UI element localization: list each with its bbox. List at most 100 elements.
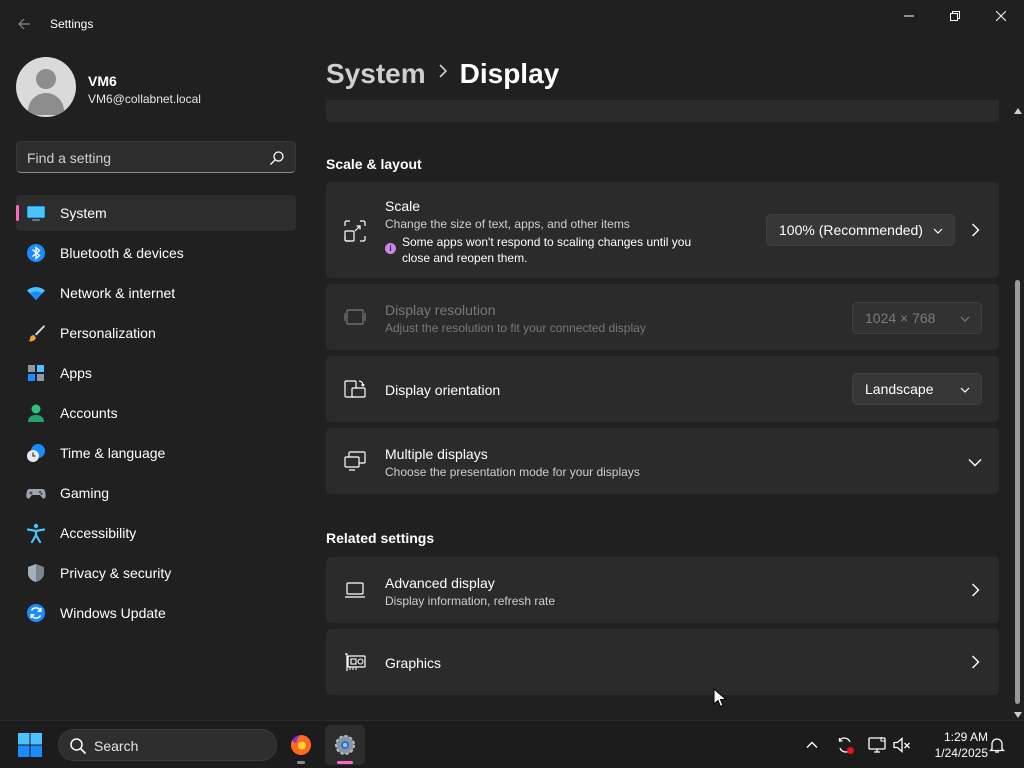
display-resolution-subtitle: Adjust the resolution to fit your connec… [385,321,646,335]
clock-globe-icon [27,444,45,462]
avatar [16,57,76,117]
gamepad-icon [26,489,46,499]
display-resolution-card: Display resolution Adjust the resolution… [326,284,999,350]
close-icon [996,11,1006,21]
system-icon [27,206,45,221]
windows-start-icon[interactable] [16,731,44,759]
chevron-down-icon[interactable] [967,454,983,470]
taskbar-clock[interactable]: 1:29 AM 1/24/2025 [916,729,988,761]
notifications-button[interactable] [985,729,1009,761]
scale-value: 100% (Recommended) [779,222,923,238]
app-title: Settings [50,17,94,31]
find-setting-box [16,141,296,173]
scrollbar[interactable] [1012,104,1024,718]
scale-icon [344,220,366,242]
sidebar-item-accessibility[interactable]: Accessibility [16,515,296,551]
minimize-button[interactable] [886,0,932,32]
close-button[interactable] [978,0,1024,32]
display-resolution-dropdown[interactable]: 1024 × 768 [852,302,982,334]
volume-muted-icon [893,737,910,753]
sidebar-item-network[interactable]: Network & internet [16,275,296,311]
sidebar-item-windows-update[interactable]: Windows Update [16,595,296,631]
display-resolution-title: Display resolution [385,302,496,318]
sidebar-item-label: Time & language [60,445,166,461]
user-email: VM6@collabnet.local [88,92,201,106]
restore-button[interactable] [932,0,978,32]
section-heading-scale-layout: Scale & layout [326,156,422,172]
accessibility-icon [26,523,46,543]
chevron-right-icon [972,583,980,597]
chevron-right-icon[interactable] [967,222,983,238]
mouse-cursor-icon [713,688,727,708]
firefox-taskbar-button[interactable] [281,725,321,765]
graphics-title: Graphics [385,655,442,671]
shield-icon [28,564,44,582]
sync-tray-button[interactable] [833,729,857,761]
find-setting-input[interactable] [27,148,257,168]
chevron-down-icon [960,316,970,322]
sidebar-item-privacy[interactable]: Privacy & security [16,555,296,591]
breadcrumb-parent[interactable]: System [326,58,426,89]
back-arrow-icon [18,18,30,30]
search-icon[interactable] [269,150,285,166]
sidebar-item-apps[interactable]: Apps [16,355,296,391]
multiple-displays-subtitle: Choose the presentation mode for your di… [385,465,640,479]
sidebar-nav: System Bluetooth & devices Network & int… [16,195,296,635]
apps-icon [28,365,44,381]
advanced-display-card[interactable]: Advanced display Display information, re… [326,557,999,623]
sidebar-item-time-language[interactable]: Time & language [16,435,296,471]
display-orientation-title: Display orientation [385,382,501,398]
previous-card-stub [326,100,999,122]
section-heading-related-settings: Related settings [326,530,435,546]
title-bar: Settings [0,0,1024,48]
network-monitor-icon [868,737,886,753]
taskbar-search[interactable]: Search [58,729,277,761]
sidebar-item-bluetooth[interactable]: Bluetooth & devices [16,235,296,271]
sidebar-item-gaming[interactable]: Gaming [16,475,296,511]
sidebar-item-label: Network & internet [60,285,176,301]
chevron-down-icon [933,228,943,234]
orientation-icon [344,380,366,398]
scroll-up-arrow-icon[interactable] [1014,108,1022,114]
display-orientation-dropdown[interactable]: Landscape [852,373,982,405]
laptop-icon [345,582,365,598]
firefox-icon [291,735,311,755]
restore-icon [950,11,960,21]
sidebar-item-personalization[interactable]: Personalization [16,315,296,351]
display-resolution-value: 1024 × 768 [865,310,936,326]
sidebar-item-system[interactable]: System [16,195,296,231]
volume-tray-button[interactable] [890,729,914,761]
update-icon [27,604,45,622]
back-button[interactable] [8,10,40,38]
sidebar-item-label: Privacy & security [60,565,172,581]
user-name: VM6 [88,73,117,89]
person-icon [28,404,44,422]
resolution-icon [344,309,366,325]
chevron-right-icon [972,655,980,669]
multiple-displays-title: Multiple displays [385,446,488,462]
info-icon: i [385,243,396,254]
multiple-displays-card[interactable]: Multiple displays Choose the presentatio… [326,428,999,494]
sidebar-item-label: System [60,205,107,221]
chevron-up-icon [806,741,818,748]
graphics-card-icon [345,653,366,671]
scale-subtitle: Change the size of text, apps, and other… [385,217,630,231]
graphics-card[interactable]: Graphics [326,629,999,695]
brush-icon [28,325,45,342]
network-tray-button[interactable] [865,729,889,761]
breadcrumb: System Display [326,58,559,90]
display-orientation-card: Display orientation Landscape [326,356,999,422]
running-indicator [297,761,305,764]
sidebar-item-label: Accessibility [60,525,137,541]
taskbar: Search 1:29 AM 1/24/2025 [0,720,1024,768]
scrollbar-thumb[interactable] [1015,280,1020,704]
scale-dropdown[interactable]: 100% (Recommended) [766,214,955,246]
advanced-display-subtitle: Display information, refresh rate [385,594,556,608]
sidebar-item-label: Windows Update [60,605,166,621]
chevron-down-icon [960,387,970,393]
scroll-down-arrow-icon[interactable] [1014,712,1022,718]
sidebar-item-label: Personalization [60,325,156,341]
settings-taskbar-button[interactable] [325,725,365,765]
show-hidden-icons-button[interactable] [800,729,824,761]
sidebar-item-accounts[interactable]: Accounts [16,395,296,431]
